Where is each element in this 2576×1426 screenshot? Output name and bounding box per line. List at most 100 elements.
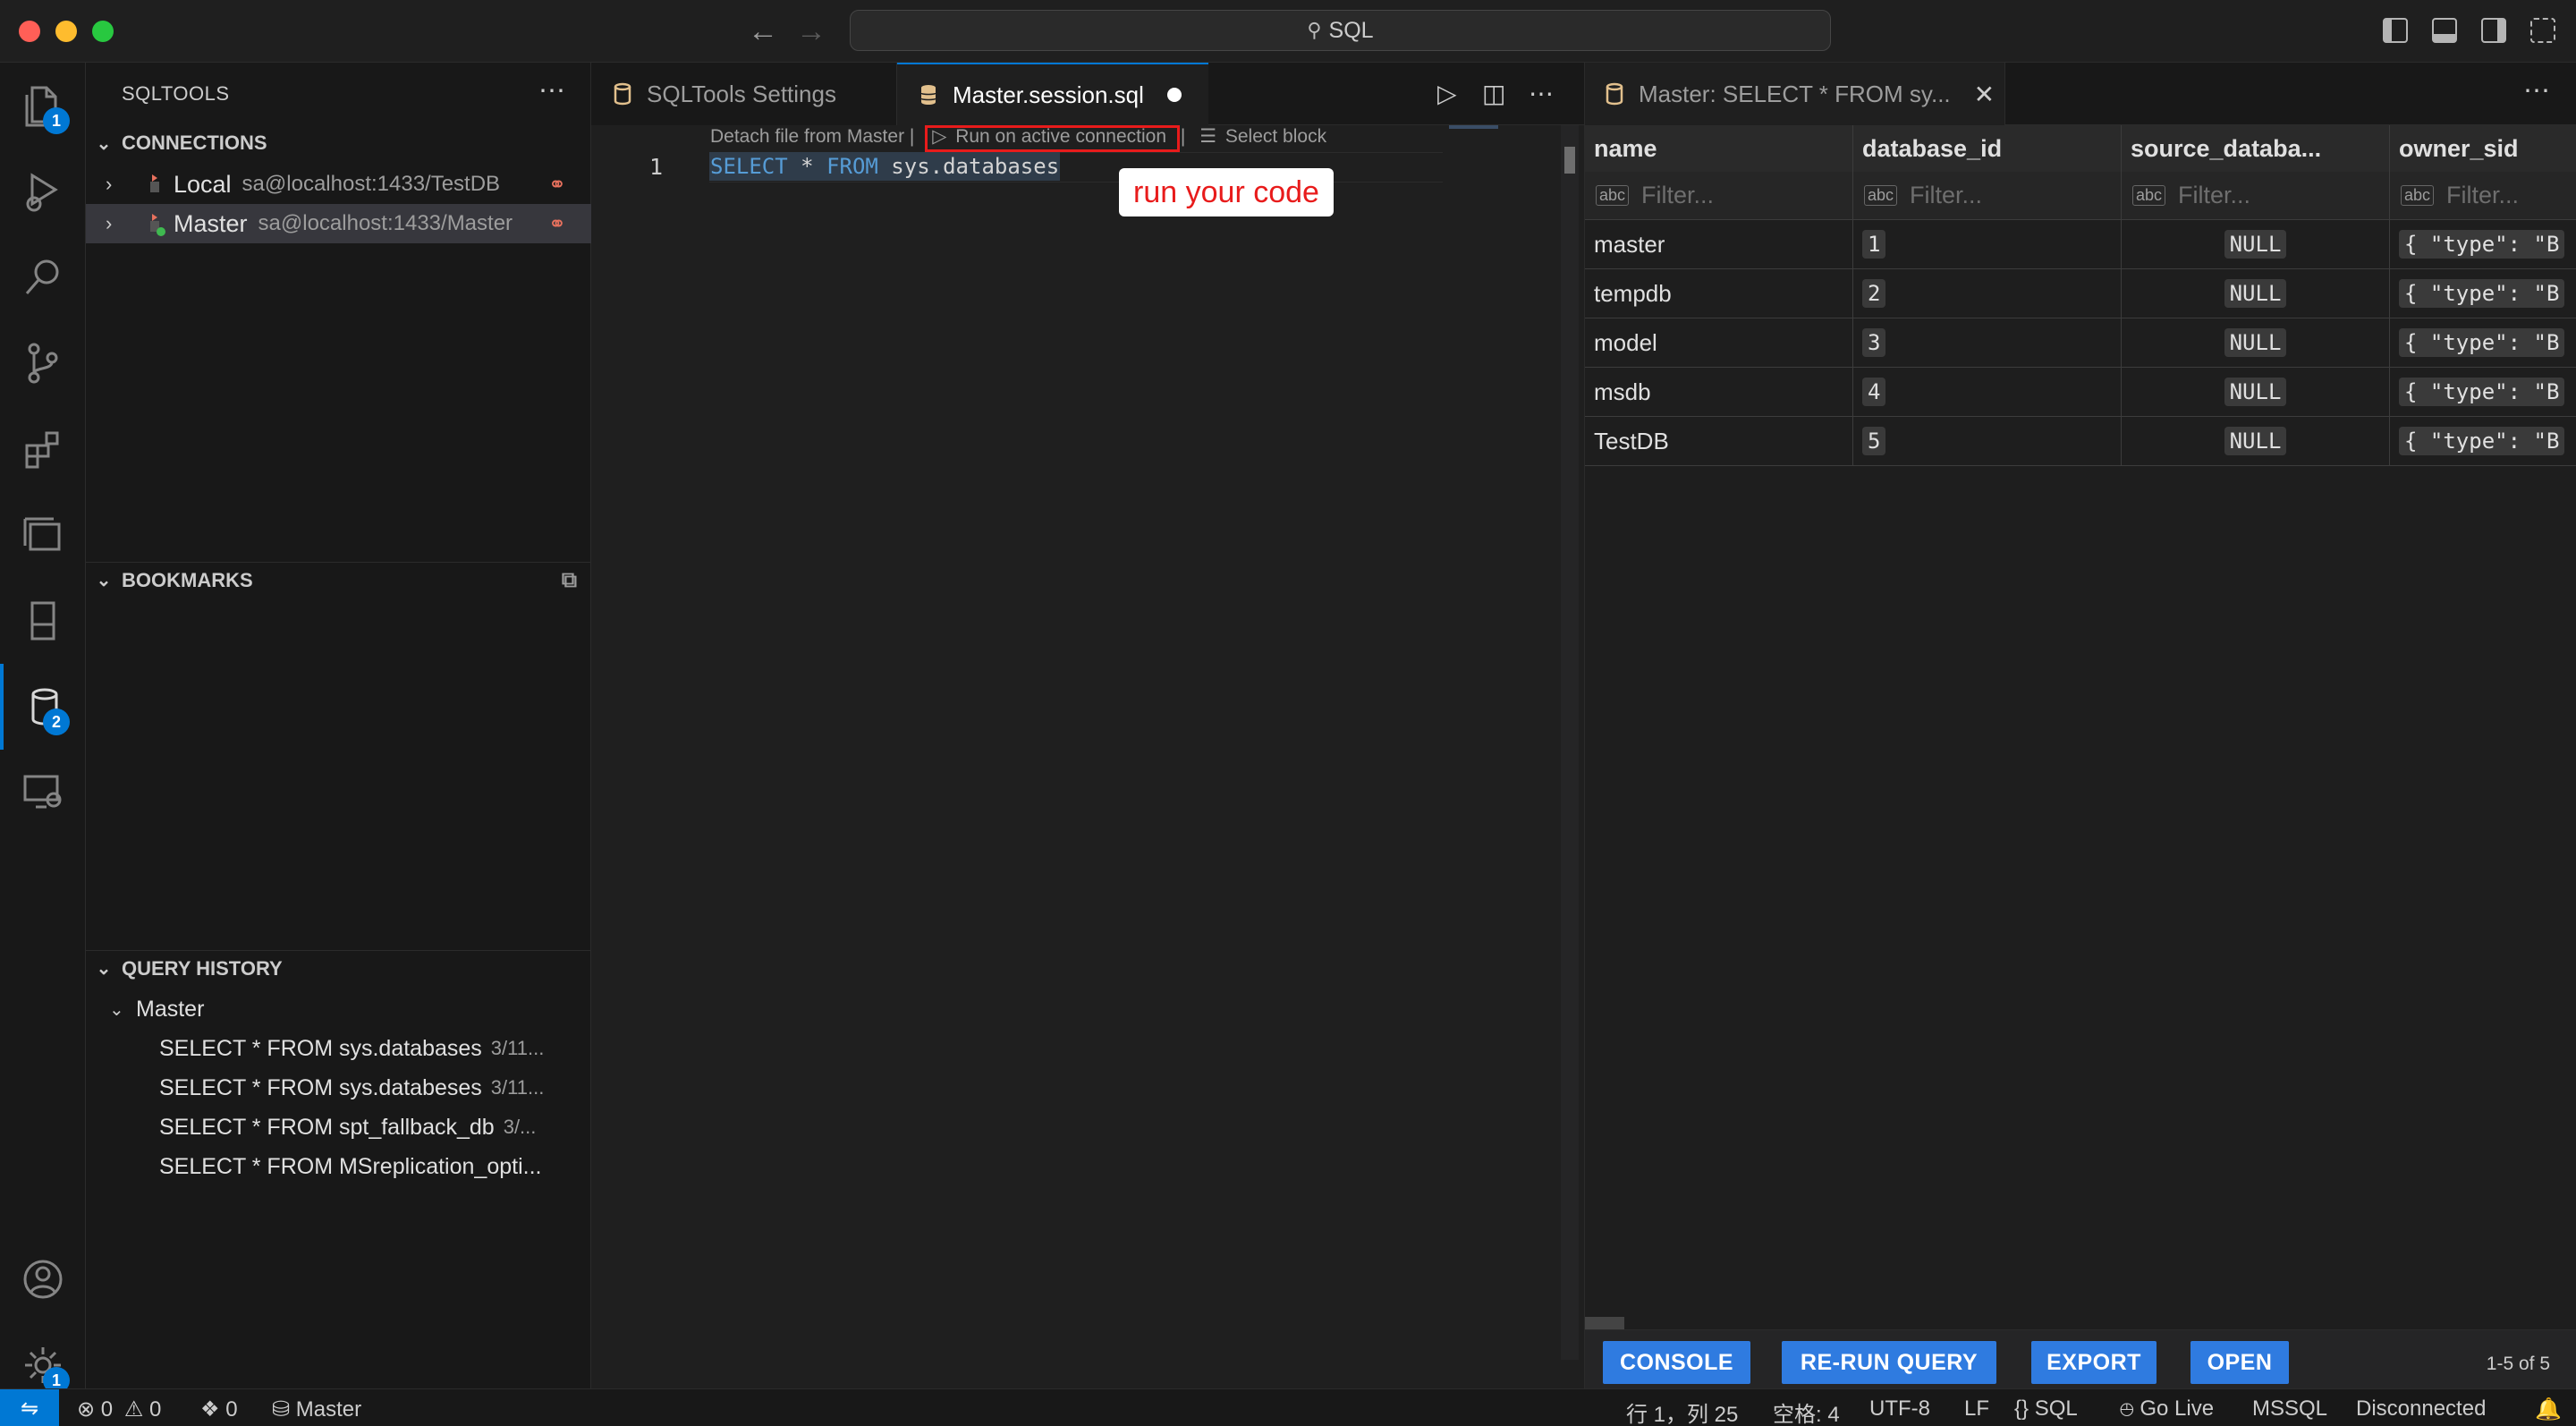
table-row[interactable]: msdb 4 NULL { "type": "B: [1585, 368, 2576, 417]
filter-source-database-input[interactable]: abc Filter...: [2122, 172, 2390, 220]
results-panel: Master: SELECT * FROM sy... ✕ ⋯ name dat…: [1584, 63, 2576, 1388]
encoding-indicator[interactable]: UTF-8: [1869, 1396, 1930, 1422]
activity-extensions[interactable]: [0, 406, 86, 492]
table-row[interactable]: master 1 NULL { "type": "B: [1585, 220, 2576, 269]
line-number: 1: [649, 154, 664, 180]
more-actions-icon[interactable]: ⋯: [538, 75, 565, 106]
history-item[interactable]: SELECT * FROM sys.databeses 3/11...: [86, 1068, 591, 1108]
column-header-database-id[interactable]: database_id: [1853, 125, 2122, 172]
detach-file-link[interactable]: Detach file from Master |: [710, 126, 914, 147]
eol-indicator[interactable]: LF: [1964, 1396, 1989, 1422]
connections-title: CONNECTIONS: [122, 132, 267, 154]
collapse-all-icon[interactable]: ⧉: [562, 568, 577, 593]
filter-database-id-input[interactable]: abc Filter...: [1853, 172, 2122, 220]
activity-accounts[interactable]: [0, 1236, 86, 1322]
customize-layout-icon[interactable]: [2530, 18, 2555, 43]
tab-query-results[interactable]: Master: SELECT * FROM sy... ✕: [1585, 63, 2005, 125]
toggle-secondary-sidebar-icon[interactable]: [2481, 18, 2506, 43]
query-history-section-header[interactable]: ⌄ QUERY HISTORY: [86, 950, 591, 986]
editor-group: SQLTools Settings Master.session.sql ▷ ◫…: [591, 63, 1584, 1388]
results-horizontal-scrollbar[interactable]: [1585, 1317, 1624, 1329]
text-filter-icon: abc: [1596, 185, 1630, 206]
cell-database-id: 5: [1853, 417, 2122, 466]
close-window-button[interactable]: [19, 21, 40, 42]
connections-section-header[interactable]: ⌄ CONNECTIONS: [86, 125, 591, 161]
column-header-name[interactable]: name: [1585, 125, 1853, 172]
activity-search[interactable]: [0, 234, 86, 320]
activity-source-control[interactable]: [0, 320, 86, 406]
forward-arrow-icon[interactable]: →: [796, 14, 826, 49]
ports-indicator[interactable]: ❖ 0: [200, 1396, 238, 1422]
activity-remote-explorer[interactable]: [0, 492, 86, 578]
bookmarks-section-header[interactable]: ⌄ BOOKMARKS ⧉: [86, 562, 591, 598]
tab-label: Master: SELECT * FROM sy...: [1639, 80, 1951, 107]
disconnect-plug-icon[interactable]: ⚭: [548, 211, 566, 237]
column-header-owner-sid[interactable]: owner_sid: [2390, 125, 2576, 172]
toggle-primary-sidebar-icon[interactable]: [2383, 18, 2408, 43]
search-icon: ⚲: [1307, 19, 1322, 41]
unsaved-dot-icon[interactable]: [1166, 88, 1182, 102]
connect-plug-icon[interactable]: ⚭: [548, 172, 566, 198]
language-mode[interactable]: {} SQL: [2014, 1396, 2078, 1422]
indentation-indicator[interactable]: 空格: 4: [1773, 1396, 1840, 1426]
sidebar-title: SQLTOOLS: [122, 82, 230, 105]
toggle-panel-icon[interactable]: [2432, 18, 2457, 43]
go-live-button[interactable]: ⦺ Go Live: [2120, 1396, 2214, 1422]
connection-status[interactable]: Disconnected: [2356, 1396, 2486, 1422]
activity-explorer[interactable]: 1: [0, 63, 86, 149]
remote-indicator-button[interactable]: ⇋: [0, 1389, 59, 1426]
active-connection-indicator[interactable]: ⛁ Master: [272, 1396, 361, 1422]
notifications-bell-icon[interactable]: 🔔: [2535, 1396, 2562, 1422]
tab-sqltools-settings[interactable]: SQLTools Settings: [591, 63, 897, 125]
column-header-source-database[interactable]: source_databa...: [2122, 125, 2390, 172]
console-button[interactable]: CONSOLE: [1603, 1341, 1750, 1384]
export-button[interactable]: EXPORT: [2031, 1341, 2157, 1384]
cell-database-id: 4: [1853, 368, 2122, 417]
split-editor-icon[interactable]: ◫: [1482, 79, 1505, 108]
run-debug-icon: [26, 173, 58, 212]
history-item[interactable]: SELECT * FROM MSreplication_opti...: [86, 1147, 591, 1186]
connection-detail: sa@localhost:1433/TestDB: [242, 172, 501, 196]
warning-icon: ⚠: [123, 1397, 144, 1422]
query-history-title: QUERY HISTORY: [122, 956, 283, 980]
open-button[interactable]: OPEN: [2190, 1341, 2289, 1384]
run-icon[interactable]: ▷: [1437, 79, 1457, 108]
table-row[interactable]: TestDB 5 NULL { "type": "B: [1585, 417, 2576, 466]
cursor-position[interactable]: 行 1，列 25: [1626, 1396, 1738, 1426]
activity-sqltools[interactable]: 2: [0, 664, 86, 750]
dialect-indicator[interactable]: MSSQL: [2252, 1396, 2327, 1422]
minimize-window-button[interactable]: [55, 21, 77, 42]
rerun-query-button[interactable]: RE-RUN QUERY: [1782, 1341, 1996, 1384]
results-tab-bar: Master: SELECT * FROM sy... ✕ ⋯: [1585, 63, 2576, 125]
more-actions-icon[interactable]: ⋯: [1529, 79, 1554, 108]
code-line[interactable]: SELECT * FROM sys.databases: [710, 154, 1059, 179]
activity-run-debug[interactable]: [0, 149, 86, 234]
close-icon[interactable]: ✕: [1974, 80, 1995, 109]
select-block-link[interactable]: Select block: [1225, 126, 1326, 147]
filter-owner-sid-input[interactable]: abc Filter...: [2390, 172, 2576, 220]
cell-name: TestDB: [1585, 417, 1853, 466]
more-actions-icon[interactable]: ⋯: [2523, 75, 2550, 106]
filter-name-input[interactable]: abc Filter...: [1585, 172, 1853, 220]
history-item[interactable]: SELECT * FROM spt_fallback_db 3/...: [86, 1108, 591, 1147]
table-row[interactable]: model 3 NULL { "type": "B: [1585, 318, 2576, 368]
table-row[interactable]: tempdb 2 NULL { "type": "B: [1585, 269, 2576, 318]
remote-monitor-icon: [23, 775, 62, 809]
activity-remote[interactable]: [0, 750, 86, 836]
zoom-window-button[interactable]: [92, 21, 114, 42]
history-item[interactable]: SELECT * FROM sys.databases 3/11...: [86, 1029, 591, 1068]
connection-local[interactable]: › Local sa@localhost:1433/TestDB ⚭: [86, 165, 591, 204]
problems-indicator[interactable]: ⊗ 0 ⚠ 0: [77, 1396, 161, 1422]
annotation-callout: run your code: [1119, 168, 1334, 216]
activity-notebook[interactable]: [0, 578, 86, 664]
database-icon: [614, 82, 631, 106]
minimap[interactable]: [1449, 125, 1498, 129]
history-query: SELECT * FROM spt_fallback_db: [159, 1114, 495, 1140]
editor-scrollbar[interactable]: [1561, 125, 1579, 1360]
tab-master-session[interactable]: Master.session.sql: [897, 63, 1208, 125]
history-group-master[interactable]: ⌄ Master: [86, 989, 591, 1029]
back-arrow-icon[interactable]: ←: [748, 14, 778, 49]
command-center-search[interactable]: ⚲ SQL: [850, 10, 1831, 51]
connection-master[interactable]: › Master sa@localhost:1433/Master ⚭: [86, 204, 591, 243]
list-icon: ☰: [1199, 126, 1217, 147]
